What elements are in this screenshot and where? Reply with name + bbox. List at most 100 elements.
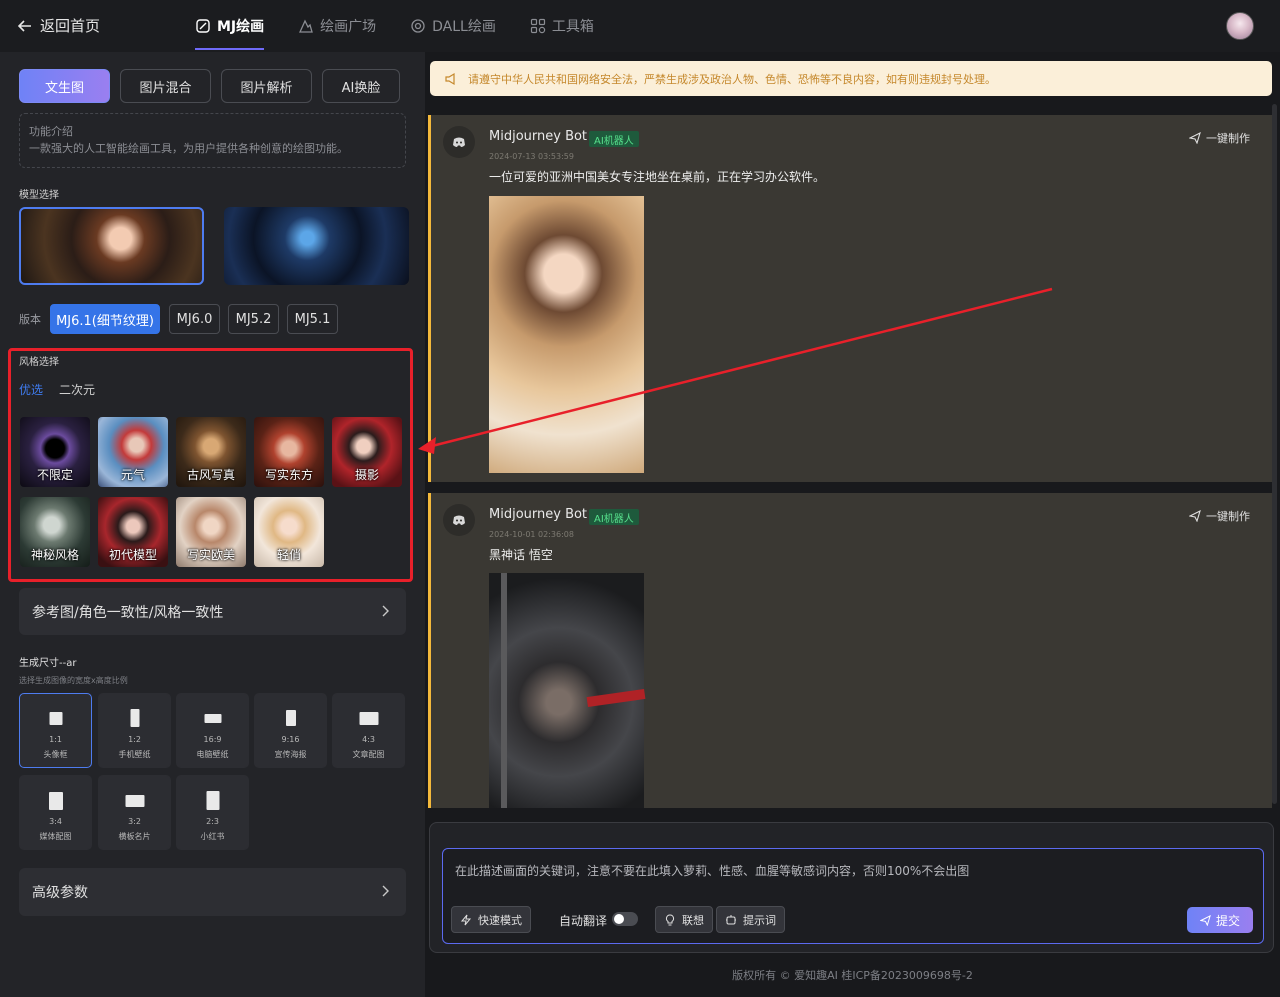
discord-icon	[453, 515, 465, 525]
feature-intro-title: 功能介绍	[29, 125, 73, 138]
bot-name: Midjourney Bot	[489, 129, 588, 144]
tab-drawing-square[interactable]: 绘画广场	[298, 0, 376, 52]
send-icon	[1199, 914, 1211, 926]
size-option-4-3[interactable]: 4:3 文章配图	[332, 693, 405, 768]
one-click-make-button[interactable]: 一键制作	[1189, 508, 1250, 524]
style-photography[interactable]: 摄影	[332, 417, 402, 487]
prompt-words-button[interactable]: 提示词	[716, 906, 785, 933]
tab-mj-drawing[interactable]: MJ绘画	[195, 0, 265, 52]
toolbox-icon	[530, 18, 546, 34]
mode-tab-image-describe[interactable]: 图片解析	[221, 69, 312, 103]
lightning-icon	[460, 914, 472, 925]
ratio-portrait-icon	[206, 791, 219, 810]
robot-icon	[726, 914, 736, 924]
model-card-anime[interactable]	[224, 207, 409, 285]
version-mj61[interactable]: MJ6.1(细节纹理)	[50, 304, 160, 334]
feature-intro: 功能介绍 一款强大的人工智能绘画工具，为用户提供各种创意的绘图功能。	[19, 113, 406, 168]
generated-image[interactable]	[489, 196, 644, 473]
back-home-label: 返回首页	[40, 17, 101, 35]
right-panel: 请遵守中华人民共和国网络安全法，严禁生成涉及政治人物、色情、恐怖等不良内容，如有…	[425, 52, 1280, 997]
tab-toolbox[interactable]: 工具箱	[530, 0, 594, 52]
ratio-portrait-icon	[48, 792, 63, 810]
scrollbar[interactable]	[1272, 104, 1277, 804]
mode-tab-image-blend[interactable]: 图片混合	[120, 69, 211, 103]
mode-tabs: 文生图 图片混合 图片解析 AI换脸	[19, 69, 400, 103]
one-click-make-button[interactable]: 一键制作	[1189, 130, 1250, 146]
auto-translate-label: 自动翻译	[559, 914, 608, 928]
message-prompt: 黑神话 悟空	[489, 548, 553, 562]
advanced-params-row[interactable]: 高级参数	[19, 868, 406, 916]
ratio-portrait-icon	[130, 709, 139, 727]
send-icon	[1189, 510, 1201, 522]
ratio-square-icon	[49, 712, 62, 725]
message-card: Midjourney Bot AI机器人 2024-10-01 02:36:08…	[428, 493, 1272, 808]
associate-button[interactable]: 联想	[655, 906, 713, 933]
chevron-right-icon	[382, 605, 389, 617]
style-unlimited[interactable]: 不限定	[20, 417, 90, 487]
main-nav: MJ绘画 绘画广场 DALL绘画 工具箱	[195, 0, 628, 52]
mode-tab-face-swap[interactable]: AI换脸	[322, 69, 400, 103]
message-prompt: 一位可爱的亚洲中国美女专注地坐在桌前，正在学习办公软件。	[489, 170, 826, 184]
message-time: 2024-07-13 03:53:59	[489, 152, 574, 161]
bot-avatar	[443, 504, 475, 536]
lightbulb-icon	[665, 913, 675, 925]
style-select-label: 风格选择	[19, 357, 59, 368]
send-icon	[1189, 132, 1201, 144]
size-option-3-4[interactable]: 3:4 媒体配图	[19, 775, 92, 850]
message-card: Midjourney Bot AI机器人 2024-07-13 03:53:59…	[428, 115, 1272, 482]
arrow-left-icon	[18, 19, 31, 32]
chevron-right-icon	[382, 885, 389, 897]
size-option-1-1[interactable]: 1:1 头像框	[19, 693, 92, 768]
style-yuanqi[interactable]: 元气	[98, 417, 168, 487]
style-tab-featured[interactable]: 优选	[19, 381, 43, 398]
megaphone-icon	[445, 72, 455, 85]
submit-button[interactable]: 提交	[1187, 907, 1253, 933]
style-playful[interactable]: 轻俏	[254, 497, 324, 567]
ratio-landscape-icon	[204, 714, 221, 723]
size-option-16-9[interactable]: 16:9 电脑壁纸	[176, 693, 249, 768]
message-time: 2024-10-01 02:36:08	[489, 530, 574, 539]
version-mj52[interactable]: MJ5.2	[228, 304, 279, 334]
style-realistic-western[interactable]: 写实欧美	[176, 497, 246, 567]
reference-consistency-label: 参考图/角色一致性/风格一致性	[32, 604, 224, 621]
size-option-9-16[interactable]: 9:16 宣传海报	[254, 693, 327, 768]
style-first-gen[interactable]: 初代模型	[98, 497, 168, 567]
version-label: 版本	[19, 313, 41, 326]
size-option-3-2[interactable]: 3:2 横板名片	[98, 775, 171, 850]
version-mj51[interactable]: MJ5.1	[287, 304, 338, 334]
back-home-link[interactable]: 返回首页	[18, 15, 100, 36]
size-option-1-2[interactable]: 1:2 手机壁纸	[98, 693, 171, 768]
discord-icon	[453, 137, 465, 147]
ratio-landscape-icon	[125, 795, 144, 807]
reference-consistency-row[interactable]: 参考图/角色一致性/风格一致性	[19, 588, 406, 635]
feature-intro-text: 一款强大的人工智能绘画工具，为用户提供各种创意的绘图功能。	[29, 142, 348, 155]
auto-translate-toggle[interactable]	[612, 912, 638, 926]
tab-dall-drawing[interactable]: DALL绘画	[410, 0, 496, 52]
prompt-placeholder: 在此描述画面的关键词，注意不要在此填入萝莉、性感、血腥等敏感词内容，否则100%…	[455, 864, 970, 878]
mode-tab-text-to-image[interactable]: 文生图	[19, 69, 110, 103]
ratio-tall-icon	[285, 710, 296, 726]
openai-icon	[411, 19, 425, 33]
style-realistic-eastern[interactable]: 写实东方	[254, 417, 324, 487]
model-select-label: 模型选择	[19, 190, 59, 201]
style-mysterious[interactable]: 神秘风格	[20, 497, 90, 567]
size-description: 选择生成图像的宽度x高度比例	[19, 676, 128, 685]
ratio-wide-icon	[359, 712, 378, 725]
model-card-realistic[interactable]	[19, 207, 204, 285]
left-panel: 文生图 图片混合 图片解析 AI换脸 功能介绍 一款强大的人工智能绘画工具，为用…	[0, 52, 425, 997]
bot-name: Midjourney Bot	[489, 507, 588, 522]
generated-image[interactable]	[489, 573, 644, 808]
version-mj60[interactable]: MJ6.0	[169, 304, 220, 334]
size-option-2-3[interactable]: 2:3 小红书	[176, 775, 249, 850]
style-tab-anime[interactable]: 二次元	[59, 381, 95, 398]
fast-mode-button[interactable]: 快速模式	[451, 906, 531, 933]
size-title: 生成尺寸--ar	[19, 658, 77, 669]
bot-badge: AI机器人	[589, 509, 639, 525]
prompt-input[interactable]: 在此描述画面的关键词，注意不要在此填入萝莉、性感、血腥等敏感词内容，否则100%…	[442, 848, 1264, 944]
notice-banner: 请遵守中华人民共和国网络安全法，严禁生成涉及政治人物、色情、恐怖等不良内容，如有…	[430, 61, 1272, 96]
user-avatar[interactable]	[1226, 12, 1254, 40]
notice-text: 请遵守中华人民共和国网络安全法，严禁生成涉及政治人物、色情、恐怖等不良内容，如有…	[468, 72, 996, 86]
top-bar: 返回首页 MJ绘画 绘画广场 DALL绘画 工具箱	[0, 0, 1280, 52]
style-ancient-portrait[interactable]: 古风写真	[176, 417, 246, 487]
bot-badge: AI机器人	[589, 131, 639, 147]
